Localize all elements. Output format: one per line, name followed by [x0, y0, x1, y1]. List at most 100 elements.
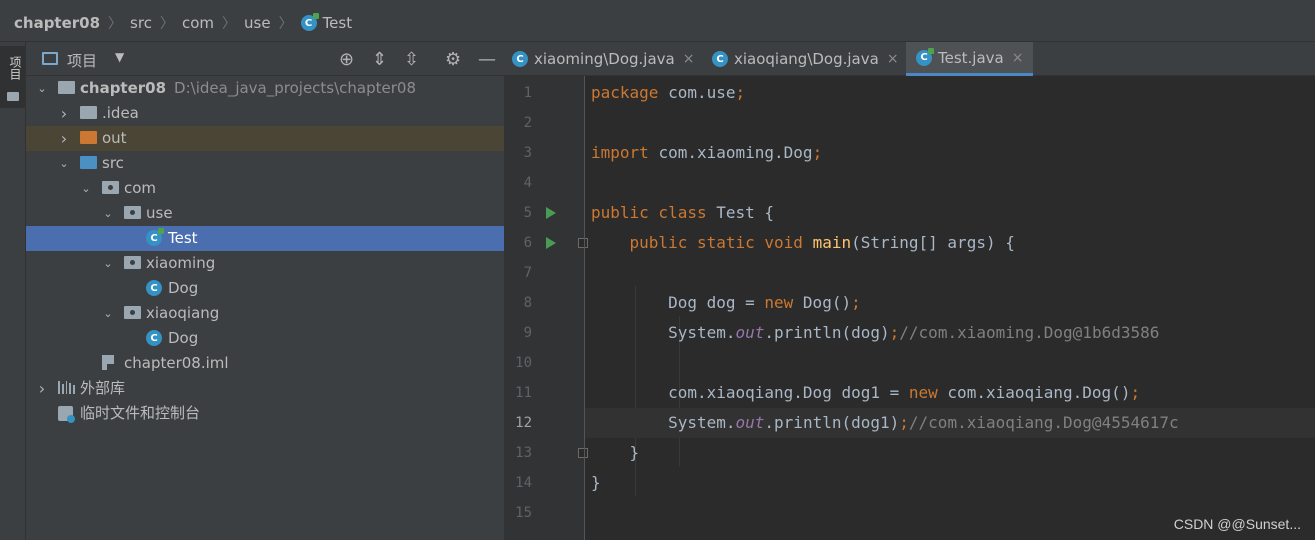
- code-token: ;: [889, 323, 900, 342]
- tree-item[interactable]: chapter08.iml: [26, 351, 504, 376]
- run-icon[interactable]: [546, 237, 556, 249]
- settings-icon[interactable]: ⚙: [445, 49, 461, 70]
- code-line-text: public class Test {: [591, 198, 774, 228]
- code-line-text: System.out.println(dog);//com.xiaoming.D…: [591, 318, 1159, 348]
- tree-item[interactable]: › out: [26, 126, 504, 151]
- line-number-gutter: 1 2 3 4 5 6 7 8 9 10 11 12 13 14 15: [504, 76, 588, 540]
- expand-all-icon[interactable]: ⇕: [372, 49, 387, 70]
- collapse-all-icon[interactable]: ⇳: [404, 49, 419, 70]
- project-panel-title[interactable]: 项目: [67, 50, 97, 71]
- code-line[interactable]: [585, 168, 1315, 198]
- code-line[interactable]: com.xiaoqiang.Dog dog1 = new com.xiaoqia…: [585, 378, 1315, 408]
- chevron-down-icon[interactable]: ⌄: [102, 251, 114, 276]
- code-line[interactable]: }: [585, 438, 1315, 468]
- code-token: new: [764, 293, 803, 312]
- code-token: //com.xiaoming.Dog@1b6d3586: [899, 323, 1160, 342]
- code-line[interactable]: Dog dog = new Dog();: [585, 288, 1315, 318]
- tree-item-label: chapter08.iml: [124, 354, 229, 372]
- chevron-down-icon[interactable]: ⌄: [102, 301, 114, 326]
- breadcrumb-item-project[interactable]: chapter08: [14, 14, 100, 32]
- code-line-text: import com.xiaoming.Dog;: [591, 138, 822, 168]
- line-number: 13: [515, 445, 532, 461]
- module-folder-icon: [58, 81, 75, 94]
- close-icon[interactable]: ×: [1012, 50, 1024, 66]
- chevron-down-icon[interactable]: ⌄: [80, 176, 92, 201]
- code-line[interactable]: public class Test {: [585, 198, 1315, 228]
- navigation-bar: chapter08 〉 src 〉 com 〉 use 〉 C Test: [0, 0, 1315, 42]
- tree-item-text: chapter08 D:\idea_java_projects\chapter08: [80, 76, 416, 101]
- chevron-right-icon[interactable]: ›: [58, 126, 70, 151]
- tree-item[interactable]: 临时文件和控制台: [26, 401, 504, 426]
- breadcrumb-item-test[interactable]: Test: [323, 14, 353, 32]
- tab-label: Test.java: [938, 48, 1004, 67]
- code-line[interactable]: [585, 258, 1315, 288]
- code-line-text: package com.use;: [591, 78, 745, 108]
- code-area[interactable]: package com.use; import com.xiaoming.Dog;…: [585, 76, 1315, 540]
- tree-item[interactable]: ⌄ xiaoming: [26, 251, 504, 276]
- code-token: Dog(): [802, 293, 852, 312]
- java-class-run-icon: C: [146, 228, 164, 246]
- tree-item[interactable]: › 外部库: [26, 376, 504, 401]
- tree-item-label: com: [124, 179, 157, 197]
- chevron-right-icon[interactable]: ›: [58, 101, 70, 126]
- iml-file-icon: [102, 355, 114, 370]
- tree-item[interactable]: ⌄ use: [26, 201, 504, 226]
- scratches-icon: [58, 406, 75, 423]
- java-class-icon: C: [512, 51, 528, 67]
- breadcrumb-item-use[interactable]: use: [244, 14, 271, 32]
- tree-item[interactable]: C Dog: [26, 276, 504, 301]
- tree-item[interactable]: C Test: [26, 226, 504, 251]
- code-token: out: [735, 413, 765, 432]
- tree-item-label: Test: [168, 229, 198, 247]
- tree-item-label: 外部库: [80, 379, 126, 397]
- close-icon[interactable]: ×: [887, 51, 899, 67]
- line-number: 11: [515, 385, 532, 401]
- code-line[interactable]: System.out.println(dog1);//com.xiaoqiang…: [585, 408, 1315, 438]
- tree-item-text: Test: [168, 226, 198, 251]
- code-line[interactable]: public static void main(String[] args) {: [585, 228, 1315, 258]
- tab-xiaoming-dog[interactable]: C xiaoming\Dog.java ×: [512, 42, 694, 76]
- chevron-right-icon[interactable]: ›: [36, 376, 48, 401]
- tree-item-path-hint: D:\idea_java_projects\chapter08: [174, 79, 417, 97]
- run-icon[interactable]: [546, 207, 556, 219]
- code-token: package: [591, 83, 669, 102]
- code-token: //com.xiaoqiang.Dog@4554617c: [908, 413, 1179, 432]
- code-line[interactable]: }: [585, 468, 1315, 498]
- code-line[interactable]: import com.xiaoming.Dog;: [585, 138, 1315, 168]
- chevron-down-icon[interactable]: ⌄: [102, 201, 114, 226]
- chevron-right-icon: 〉: [159, 16, 174, 32]
- code-line[interactable]: package com.use;: [585, 78, 1315, 108]
- chevron-right-icon: 〉: [278, 16, 293, 32]
- breadcrumb-item-src[interactable]: src: [130, 14, 152, 32]
- code-token: ;: [735, 83, 746, 102]
- project-view-icon: [42, 52, 58, 65]
- tree-item[interactable]: C Dog: [26, 326, 504, 351]
- tab-test-java[interactable]: C Test.java ×: [906, 42, 1033, 76]
- line-number: 5: [523, 205, 532, 221]
- code-line-text: com.xiaoqiang.Dog dog1 = new com.xiaoqia…: [591, 378, 1140, 408]
- tree-item[interactable]: ⌄ src: [26, 151, 504, 176]
- tree-item-label: 临时文件和控制台: [80, 404, 201, 422]
- tab-xiaoqiang-dog[interactable]: C xiaoqiang\Dog.java ×: [712, 42, 899, 76]
- tree-item[interactable]: ⌄ com: [26, 176, 504, 201]
- editor-tab-bar: C xiaoming\Dog.java × C xiaoqiang\Dog.ja…: [504, 42, 1315, 76]
- code-line[interactable]: [585, 348, 1315, 378]
- breadcrumb-item-com[interactable]: com: [182, 14, 214, 32]
- code-token: Dog dog =: [591, 293, 765, 312]
- code-token: import: [591, 143, 659, 162]
- code-line-text: Dog dog = new Dog();: [591, 288, 861, 318]
- close-icon[interactable]: ×: [683, 51, 695, 67]
- chevron-down-icon[interactable]: ⌄: [58, 151, 70, 176]
- tree-item[interactable]: ⌄ xiaoqiang: [26, 301, 504, 326]
- hide-icon[interactable]: —: [478, 49, 496, 70]
- code-token: .println(dog): [764, 323, 890, 342]
- tree-item[interactable]: › .idea: [26, 101, 504, 126]
- tree-item[interactable]: ⌄ chapter08 D:\idea_java_projects\chapter0…: [26, 76, 504, 101]
- chevron-down-icon[interactable]: ▼: [115, 50, 124, 64]
- code-line[interactable]: [585, 108, 1315, 138]
- code-line[interactable]: System.out.println(dog);//com.xiaoming.D…: [585, 318, 1315, 348]
- locate-icon[interactable]: ⊕: [339, 49, 354, 70]
- chevron-down-icon[interactable]: ⌄: [36, 76, 48, 101]
- project-tool-tab[interactable]: 项目: [0, 46, 25, 108]
